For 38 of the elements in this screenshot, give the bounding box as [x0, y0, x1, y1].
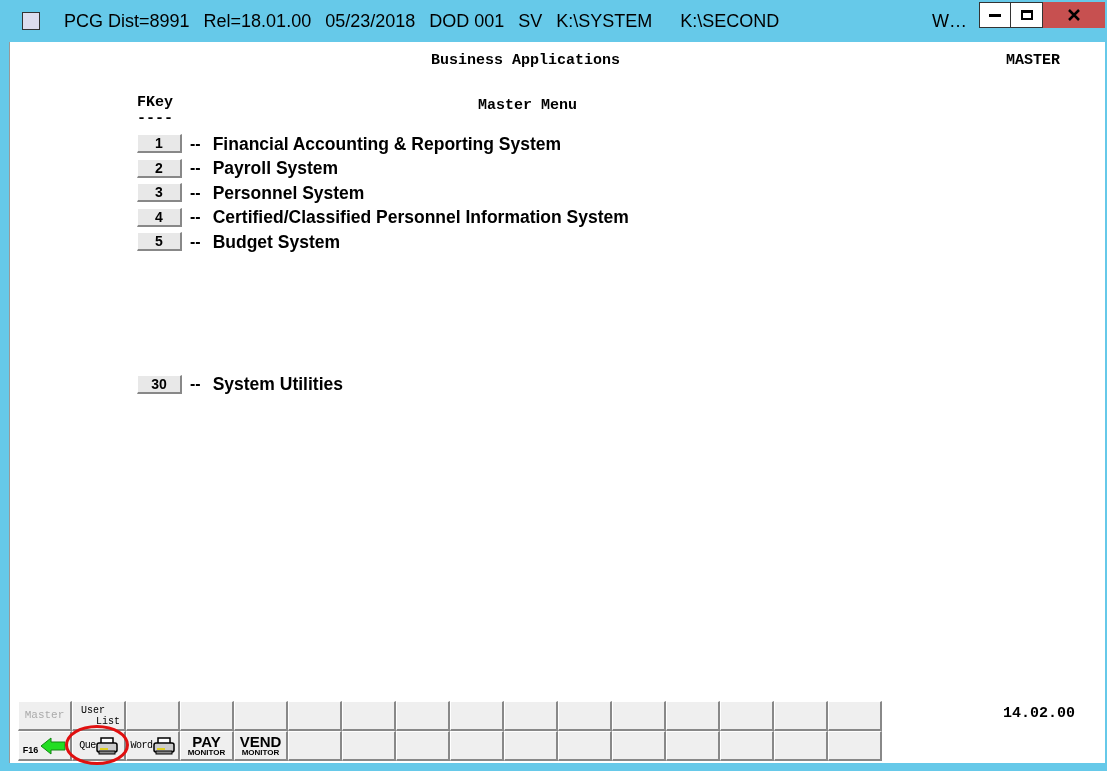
column-heading: FKey [137, 94, 173, 111]
separator-text: -- [190, 231, 201, 252]
menu-title: Master Menu [478, 95, 578, 116]
function-key-button[interactable]: 3 [137, 183, 182, 203]
window-title: K:\SECOND [680, 9, 780, 33]
window-title: Rel=18.01.00 [203, 9, 312, 33]
back-button[interactable]: F16 [18, 731, 72, 761]
separator-text: -- [190, 158, 201, 179]
window-title: K:\SYSTEM [556, 9, 653, 33]
separator-text: -- [190, 133, 201, 154]
menu-option: System Utilities [212, 371, 343, 398]
monitor-button[interactable]: PAY MONITOR [180, 731, 234, 761]
window-title: SV [518, 9, 543, 33]
menu-option: Financial Accounting & Reporting System [212, 130, 562, 157]
separator-text: -- [190, 182, 201, 203]
screen-heading: Business Applications [431, 51, 621, 71]
print-button[interactable]: Word [126, 731, 180, 761]
column-rule: ---- [137, 110, 173, 127]
window-title: PCG Dist=8991 [64, 9, 190, 33]
menu-option: Certified/Classified Personnel Information System [212, 204, 629, 231]
function-key-button[interactable]: 30 [137, 374, 182, 394]
window-title: 05/23/2018 [325, 9, 416, 33]
window-title: W… [932, 9, 967, 33]
window-title: DOD 001 [429, 9, 505, 33]
function-key-button[interactable]: 2 [137, 158, 182, 178]
separator-text: -- [190, 207, 201, 228]
menu-option: Personnel System [212, 179, 365, 206]
monitor-button[interactable]: VEND MONITOR [234, 731, 288, 761]
menu-option: Payroll System [212, 155, 339, 182]
clock-time: 14.02.00 [1003, 704, 1075, 724]
print-button[interactable]: Que [72, 731, 126, 761]
menu-option: Budget System [212, 228, 341, 255]
separator-text: -- [190, 374, 201, 395]
function-key-button[interactable]: 4 [137, 207, 182, 227]
function-key-button[interactable]: 1 [137, 134, 182, 154]
toolbar-button[interactable]: User List [72, 701, 126, 731]
function-key-button[interactable]: 5 [137, 232, 182, 252]
mode-label: MASTER [1006, 51, 1060, 71]
